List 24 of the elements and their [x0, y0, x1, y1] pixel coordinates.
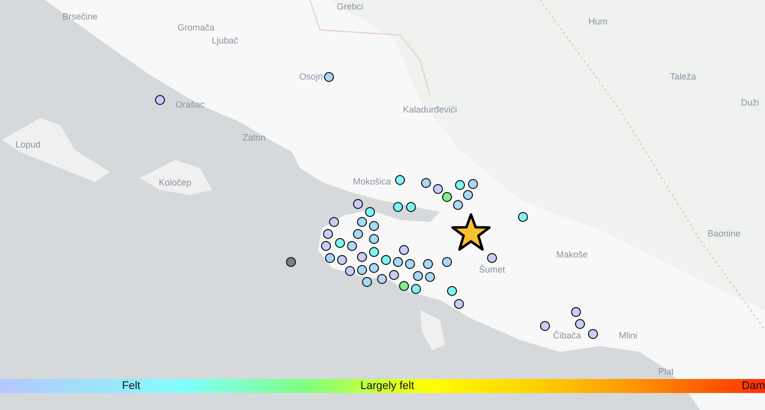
place-label: Makoše	[556, 250, 588, 260]
place-label: Šumet	[479, 266, 505, 274]
place-label: Plat	[658, 368, 674, 376]
place-label: Taleža	[670, 72, 696, 82]
legend-label: Largely felt	[360, 379, 414, 393]
place-label: Kaladurđevići	[402, 106, 458, 114]
legend-label: Felt	[122, 379, 140, 393]
place-label: Ljubač	[212, 36, 238, 46]
place-label: Orašac	[176, 100, 204, 110]
star-icon[interactable]	[451, 213, 491, 251]
place-label: Gromača	[178, 24, 214, 32]
place-label: Čibača	[553, 332, 581, 340]
place-label: Koločep	[158, 178, 192, 188]
place-label: Mokošica	[353, 178, 391, 186]
place-label: Osojn	[299, 72, 323, 82]
legend-label: Dam	[742, 379, 765, 393]
place-label: Duži	[741, 98, 759, 108]
place-label: Grebci	[336, 2, 364, 12]
place-label: Zaton	[242, 134, 266, 142]
place-label: Mlini	[618, 332, 638, 340]
place-label: Baonine	[707, 230, 741, 238]
place-label: Brsečine	[62, 12, 98, 22]
place-label: Lopud	[15, 140, 41, 150]
place-label: Hum	[588, 18, 608, 26]
